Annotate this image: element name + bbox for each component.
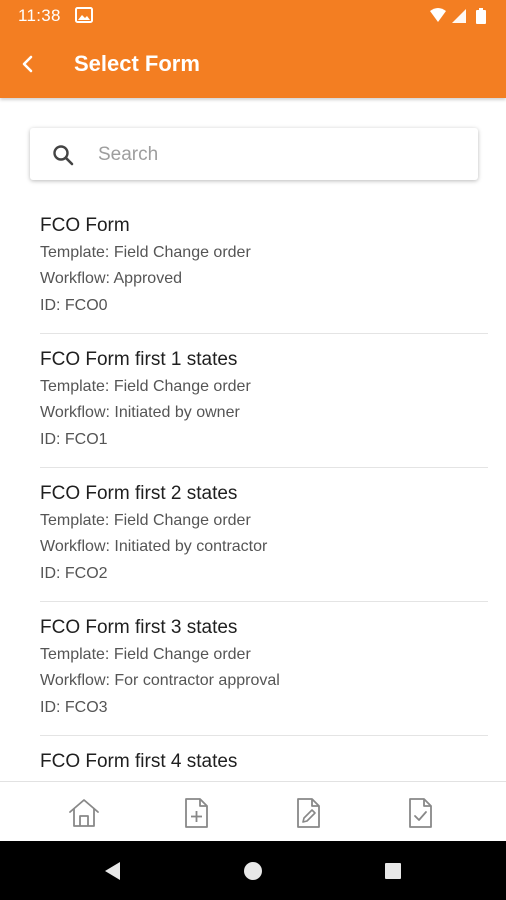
back-triangle-icon [105,862,120,880]
form-title: FCO Form first 4 states [40,751,238,772]
form-id: ID: FCO3 [40,699,108,716]
nav-home-button[interactable] [66,796,102,830]
search-icon [53,145,74,166]
system-recents-button[interactable] [381,859,405,883]
form-template: Template: Field Change order [40,646,251,663]
home-icon [69,799,99,827]
edit-document-icon [297,798,320,828]
form-title: FCO Form first 2 states [40,483,238,504]
nav-approved-forms-button[interactable] [402,796,438,830]
search-input[interactable] [96,138,460,172]
nav-new-form-button[interactable] [178,796,214,830]
approved-document-icon [409,798,432,828]
form-template: Template: Field Change order [40,378,251,395]
form-list-item[interactable]: FCO Form Template: Field Change order Wo… [40,200,488,334]
form-title: FCO Form first 3 states [40,617,238,638]
signal-icon [452,9,466,23]
form-id: ID: FCO2 [40,565,108,582]
system-nav-bar [0,841,506,900]
nav-edit-form-button[interactable] [290,796,326,830]
form-list-item[interactable]: FCO Form first 2 states Template: Field … [40,468,488,602]
status-time: 11:38 [18,6,61,25]
app-header: 11:38 Select Form [0,0,506,98]
form-list-item[interactable]: FCO Form first 4 states [40,736,488,782]
bottom-nav [0,781,506,841]
form-template: Template: Field Change order [40,512,251,529]
form-title: FCO Form first 1 states [40,349,238,370]
form-id: ID: FCO0 [40,297,108,314]
form-workflow: Workflow: Initiated by contractor [40,538,268,555]
system-back-button[interactable] [100,859,124,883]
new-document-icon [185,798,208,828]
status-bar: 11:38 [0,0,506,32]
form-list-item[interactable]: FCO Form first 1 states Template: Field … [40,334,488,468]
search-bar[interactable] [30,128,478,180]
recents-square-icon [385,863,401,879]
back-button[interactable] [12,48,44,80]
wifi-icon [430,8,446,22]
page-title: Select Form [74,51,200,76]
screen: 11:38 Select Form Search FCO Form Templa… [0,0,506,900]
form-workflow: Workflow: Initiated by owner [40,404,240,421]
form-workflow: Workflow: Approved [40,270,182,287]
form-list: FCO Form Template: Field Change order Wo… [0,200,506,782]
form-list-item[interactable]: FCO Form first 3 states Template: Field … [40,602,488,736]
chevron-left-icon [22,55,33,73]
system-home-button[interactable] [241,859,265,883]
form-id: ID: FCO1 [40,431,108,448]
status-icons [430,8,486,24]
form-workflow: Workflow: For contractor approval [40,672,280,689]
form-title: FCO Form [40,215,130,236]
home-circle-icon [244,862,262,880]
battery-icon [476,8,486,24]
form-template: Template: Field Change order [40,244,251,261]
image-notification-icon [75,7,93,23]
